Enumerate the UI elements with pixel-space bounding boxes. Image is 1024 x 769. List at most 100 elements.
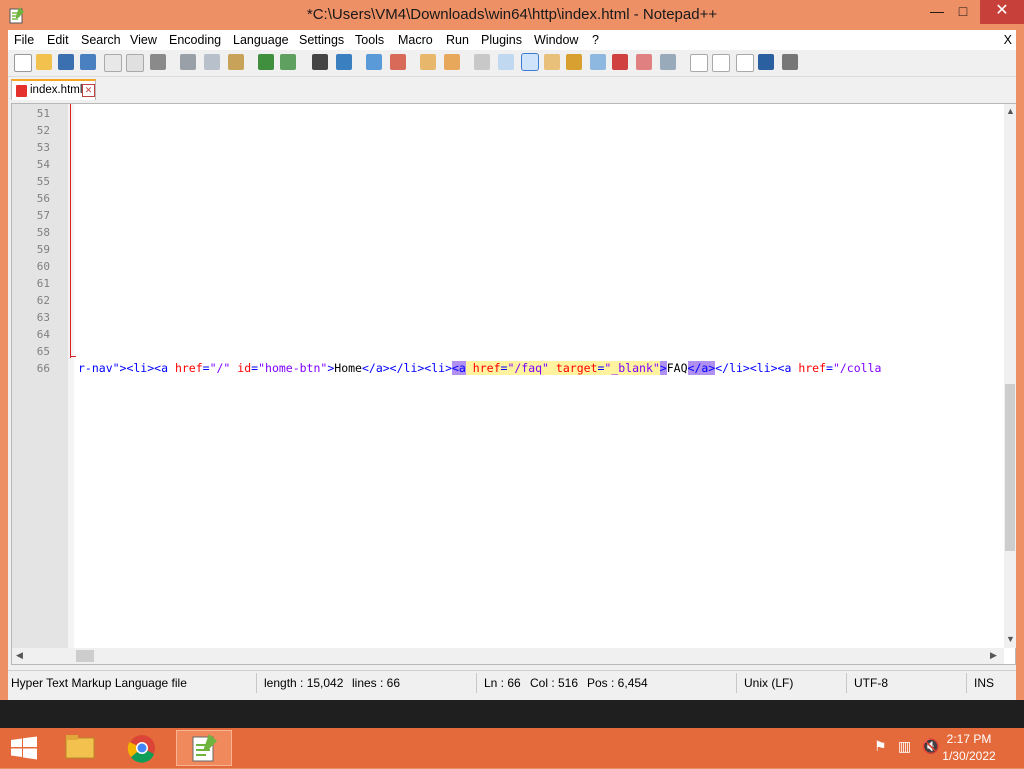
menu-encoding[interactable]: Encoding — [169, 33, 221, 47]
menu-settings[interactable]: Settings — [299, 33, 344, 47]
title-bar[interactable]: *C:\Users\VM4\Downloads\win64\http\index… — [0, 0, 1024, 30]
horizontal-scrollbar[interactable]: ◀ ▶ — [12, 648, 1004, 664]
save-macro-icon[interactable] — [782, 54, 798, 70]
zoom-out-icon[interactable] — [390, 54, 406, 70]
spell-check-icon[interactable] — [660, 54, 676, 70]
close-document-button[interactable]: X — [1004, 33, 1012, 47]
code-token: "/colla — [832, 361, 882, 375]
play-macro-icon[interactable] — [736, 54, 754, 72]
menu-search[interactable]: Search — [81, 33, 121, 47]
find-icon[interactable] — [312, 54, 328, 70]
status-insert-mode[interactable]: INS — [974, 676, 994, 690]
tab-index-html[interactable]: index.html ✕ — [11, 79, 96, 100]
menu-plugins[interactable]: Plugins — [481, 33, 522, 47]
code-line-66[interactable]: r-nav"><li><a href="/" id="home-btn">Hom… — [78, 360, 1006, 377]
code-token: <a — [452, 361, 466, 375]
open-file-icon[interactable] — [36, 54, 52, 70]
tab-close-icon[interactable]: ✕ — [82, 84, 95, 97]
status-line: Ln : 66 — [484, 676, 521, 690]
paste-icon[interactable] — [228, 54, 244, 70]
vertical-scrollbar[interactable]: ▲ ▼ — [1004, 104, 1016, 648]
menu-file[interactable]: File — [14, 33, 34, 47]
close-icon[interactable] — [104, 54, 122, 72]
new-file-icon[interactable] — [14, 54, 32, 72]
menu-run[interactable]: Run — [446, 33, 469, 47]
save-all-icon[interactable] — [80, 54, 96, 70]
notepadpp-taskbar-button[interactable] — [176, 730, 232, 766]
code-token — [548, 361, 556, 375]
line-number: 51 — [36, 107, 50, 120]
code-token: FAQ — [666, 361, 688, 375]
menu-edit[interactable]: Edit — [47, 33, 69, 47]
print-icon[interactable] — [150, 54, 166, 70]
horizontal-scroll-thumb[interactable] — [76, 650, 94, 662]
clock-date[interactable]: 1/30/2022 — [934, 749, 1004, 763]
status-eol[interactable]: Unix (LF) — [744, 676, 793, 690]
menu-help[interactable]: ? — [592, 33, 599, 47]
clock-time[interactable]: 2:17 PM — [934, 732, 1004, 746]
client-area: File Edit Search View Encoding Language … — [8, 30, 1016, 700]
code-token: href — [798, 361, 827, 375]
network-icon[interactable]: ▥ — [898, 738, 911, 755]
copy-icon[interactable] — [204, 54, 220, 70]
toolbar — [8, 50, 1016, 77]
redo-icon[interactable] — [280, 54, 296, 70]
editor-area[interactable]: 51 52 53 54 55 56 57 58 59 60 61 62 63 6… — [11, 103, 1016, 665]
indent-guide-icon[interactable] — [521, 53, 539, 71]
replace-icon[interactable] — [336, 54, 352, 70]
status-file-type: Hyper Text Markup Language file — [11, 676, 187, 690]
doc-map-icon[interactable] — [566, 54, 582, 70]
save-icon[interactable] — [58, 54, 74, 70]
fold-line — [70, 104, 71, 358]
menu-macro[interactable]: Macro — [398, 33, 433, 47]
line-number: 61 — [36, 277, 50, 290]
notepadpp-window: *C:\Users\VM4\Downloads\win64\http\index… — [0, 0, 1024, 700]
file-explorer-taskbar-button[interactable] — [52, 730, 108, 766]
fold-margin[interactable] — [68, 104, 74, 664]
scroll-right-icon[interactable]: ▶ — [990, 650, 997, 661]
code-token: </a> — [687, 361, 716, 375]
folder-workspace-icon[interactable] — [612, 54, 628, 70]
cut-icon[interactable] — [180, 54, 196, 70]
sync-vertical-icon[interactable] — [420, 54, 436, 70]
code-token: Home — [334, 361, 362, 375]
menu-window[interactable]: Window — [534, 33, 578, 47]
close-all-icon[interactable] — [126, 54, 144, 72]
code-token: </a></li><li> — [361, 361, 452, 375]
scroll-down-icon[interactable]: ▼ — [1006, 634, 1015, 644]
scroll-up-icon[interactable]: ▲ — [1006, 106, 1015, 116]
chrome-taskbar-button[interactable] — [114, 730, 170, 766]
code-token: href — [174, 361, 203, 375]
zoom-in-icon[interactable] — [366, 54, 382, 70]
flag-icon[interactable]: ⚑ — [874, 738, 887, 755]
line-number: 54 — [36, 158, 50, 171]
menu-view[interactable]: View — [130, 33, 157, 47]
udl-icon[interactable] — [544, 54, 560, 70]
close-window-button[interactable]: ✕ — [980, 0, 1024, 24]
menu-tools[interactable]: Tools — [355, 33, 384, 47]
sync-horizontal-icon[interactable] — [444, 54, 460, 70]
show-all-chars-icon[interactable] — [498, 54, 514, 70]
status-separator — [256, 673, 257, 693]
code-token: > — [659, 361, 667, 375]
line-number: 65 — [36, 345, 50, 358]
scroll-left-icon[interactable]: ◀ — [16, 650, 23, 661]
vertical-scroll-thumb[interactable] — [1005, 384, 1015, 551]
stop-record-icon[interactable] — [712, 54, 730, 72]
line-number-gutter: 51 52 53 54 55 56 57 58 59 60 61 62 63 6… — [12, 104, 68, 664]
undo-icon[interactable] — [258, 54, 274, 70]
line-number: 60 — [36, 260, 50, 273]
run-macro-multiple-icon[interactable] — [758, 54, 774, 70]
windows-start-icon[interactable] — [10, 736, 38, 760]
menu-language[interactable]: Language — [233, 33, 289, 47]
line-number: 62 — [36, 294, 50, 307]
monitoring-icon[interactable] — [636, 54, 652, 70]
code-token: href — [472, 361, 501, 375]
maximize-button[interactable]: □ — [946, 0, 980, 24]
record-macro-icon[interactable] — [690, 54, 708, 72]
function-list-icon[interactable] — [590, 54, 606, 70]
line-number: 66 — [36, 362, 50, 375]
fold-line-end — [70, 356, 76, 357]
status-position: Pos : 6,454 — [587, 676, 648, 690]
word-wrap-icon[interactable] — [474, 54, 490, 70]
